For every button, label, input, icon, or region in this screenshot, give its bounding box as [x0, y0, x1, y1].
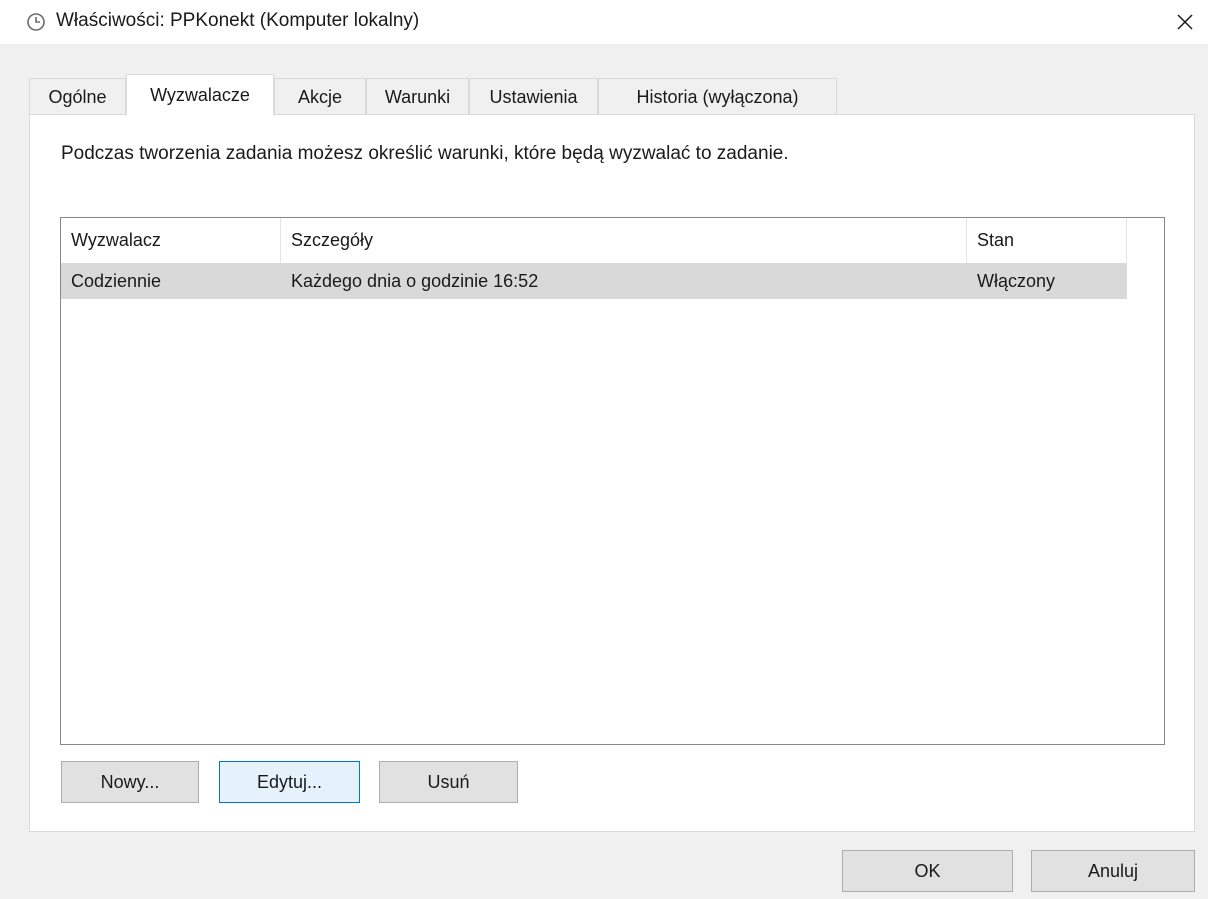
tab-general[interactable]: Ogólne: [29, 78, 126, 115]
cancel-button[interactable]: Anuluj: [1031, 850, 1195, 892]
tab-triggers[interactable]: Wyzwalacze: [126, 74, 274, 116]
table-row[interactable]: Codziennie Każdego dnia o godzinie 16:52…: [61, 263, 1127, 299]
panel-description: Podczas tworzenia zadania możesz określi…: [61, 143, 789, 164]
tab-actions[interactable]: Akcje: [274, 78, 366, 115]
cell-state: Włączony: [977, 270, 1056, 291]
delete-trigger-button[interactable]: Usuń: [379, 761, 518, 803]
close-icon: [1177, 14, 1193, 30]
tab-history[interactable]: Historia (wyłączona): [598, 78, 837, 115]
column-header-state[interactable]: Stan: [967, 218, 1127, 263]
close-button[interactable]: [1162, 0, 1208, 44]
new-trigger-button[interactable]: Nowy...: [61, 761, 199, 803]
window-title: Właściwości: PPKonekt (Komputer lokalny): [56, 10, 420, 31]
ok-button[interactable]: OK: [842, 850, 1013, 892]
tab-settings[interactable]: Ustawienia: [469, 78, 598, 115]
column-header-details[interactable]: Szczegóły: [281, 218, 967, 263]
clock-icon: [27, 13, 45, 31]
triggers-list[interactable]: Wyzwalacz Szczegóły Stan Codziennie Każd…: [60, 217, 1165, 745]
cell-details: Każdego dnia o godzinie 16:52: [291, 270, 539, 291]
list-header: Wyzwalacz Szczegóły Stan: [61, 218, 1127, 263]
triggers-panel: Podczas tworzenia zadania możesz określi…: [29, 114, 1195, 832]
cell-trigger: Codziennie: [71, 270, 162, 291]
title-bar: Właściwości: PPKonekt (Komputer lokalny): [0, 0, 1208, 44]
tab-conditions[interactable]: Warunki: [366, 78, 469, 115]
column-header-trigger[interactable]: Wyzwalacz: [61, 218, 281, 263]
edit-trigger-button[interactable]: Edytuj...: [219, 761, 360, 803]
